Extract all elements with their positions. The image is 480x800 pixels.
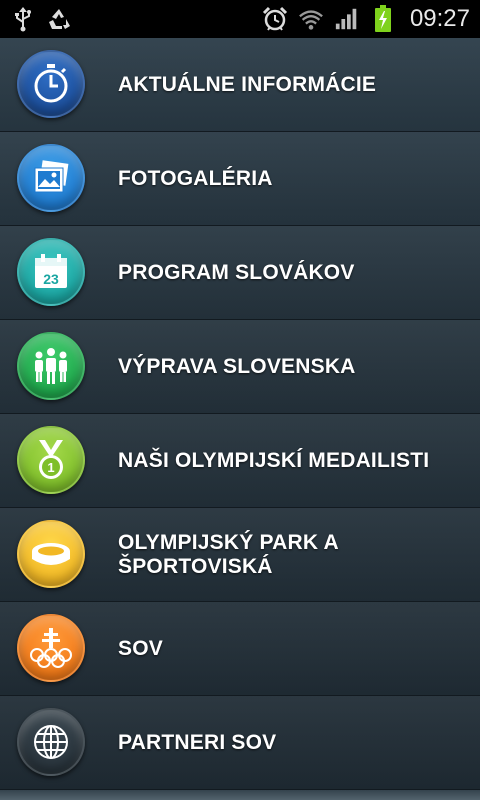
status-right: 09:27: [262, 5, 470, 33]
photo-gallery-icon: [17, 144, 85, 212]
bottom-strip: [0, 790, 480, 800]
menu-item-label: PROGRAM SLOVÁKOV: [118, 260, 355, 284]
menu-item-label: AKTUÁLNE INFORMÁCIE: [118, 72, 377, 96]
medal-icon: 1: [17, 426, 85, 494]
menu-item-program-slovakov[interactable]: 23 PROGRAM SLOVÁKOV: [0, 226, 480, 320]
stadium-icon: [17, 520, 85, 588]
menu-item-label: PARTNERI SOV: [118, 730, 277, 754]
status-time: 09:27: [409, 5, 470, 32]
menu-item-label: VÝPRAVA SLOVENSKA: [118, 354, 356, 378]
main-menu: AKTUÁLNE INFORMÁCIE FOTOGALÉRIA 23 PROGR…: [0, 38, 480, 800]
menu-item-nasi-olympijski-medailisti[interactable]: 1 NAŠI OLYMPIJSKÍ MEDAILISTI: [0, 414, 480, 508]
signal-icon: [334, 6, 360, 32]
calendar-day: 23: [43, 271, 59, 287]
menu-item-sov[interactable]: SOV: [0, 602, 480, 696]
menu-item-label: FOTOGALÉRIA: [118, 166, 273, 190]
team-icon: [17, 332, 85, 400]
recycle-icon: [46, 6, 72, 32]
alarm-icon: [262, 6, 288, 32]
calendar-icon: 23: [17, 238, 85, 306]
globe-icon: [17, 708, 85, 776]
menu-item-vyprava-slovenska[interactable]: VÝPRAVA SLOVENSKA: [0, 320, 480, 414]
battery-charging-icon: [370, 5, 396, 32]
menu-item-fotogaleria[interactable]: FOTOGALÉRIA: [0, 132, 480, 226]
stopwatch-icon: [17, 50, 85, 118]
usb-icon: [10, 6, 36, 32]
wifi-icon: [298, 6, 324, 32]
menu-item-label: OLYMPIJSKÝ PARK A ŠPORTOVISKÁ: [118, 530, 339, 578]
status-bar: 09:27: [0, 0, 480, 38]
menu-item-aktualne-informacie[interactable]: AKTUÁLNE INFORMÁCIE: [0, 38, 480, 132]
olympic-rings-icon: [17, 614, 85, 682]
menu-item-olympijsky-park[interactable]: OLYMPIJSKÝ PARK A ŠPORTOVISKÁ: [0, 508, 480, 602]
menu-item-label: SOV: [118, 636, 163, 660]
menu-item-label: NAŠI OLYMPIJSKÍ MEDAILISTI: [118, 448, 430, 472]
status-left: [10, 6, 72, 32]
medal-number: 1: [47, 460, 54, 475]
menu-item-partneri-sov[interactable]: PARTNERI SOV: [0, 696, 480, 790]
